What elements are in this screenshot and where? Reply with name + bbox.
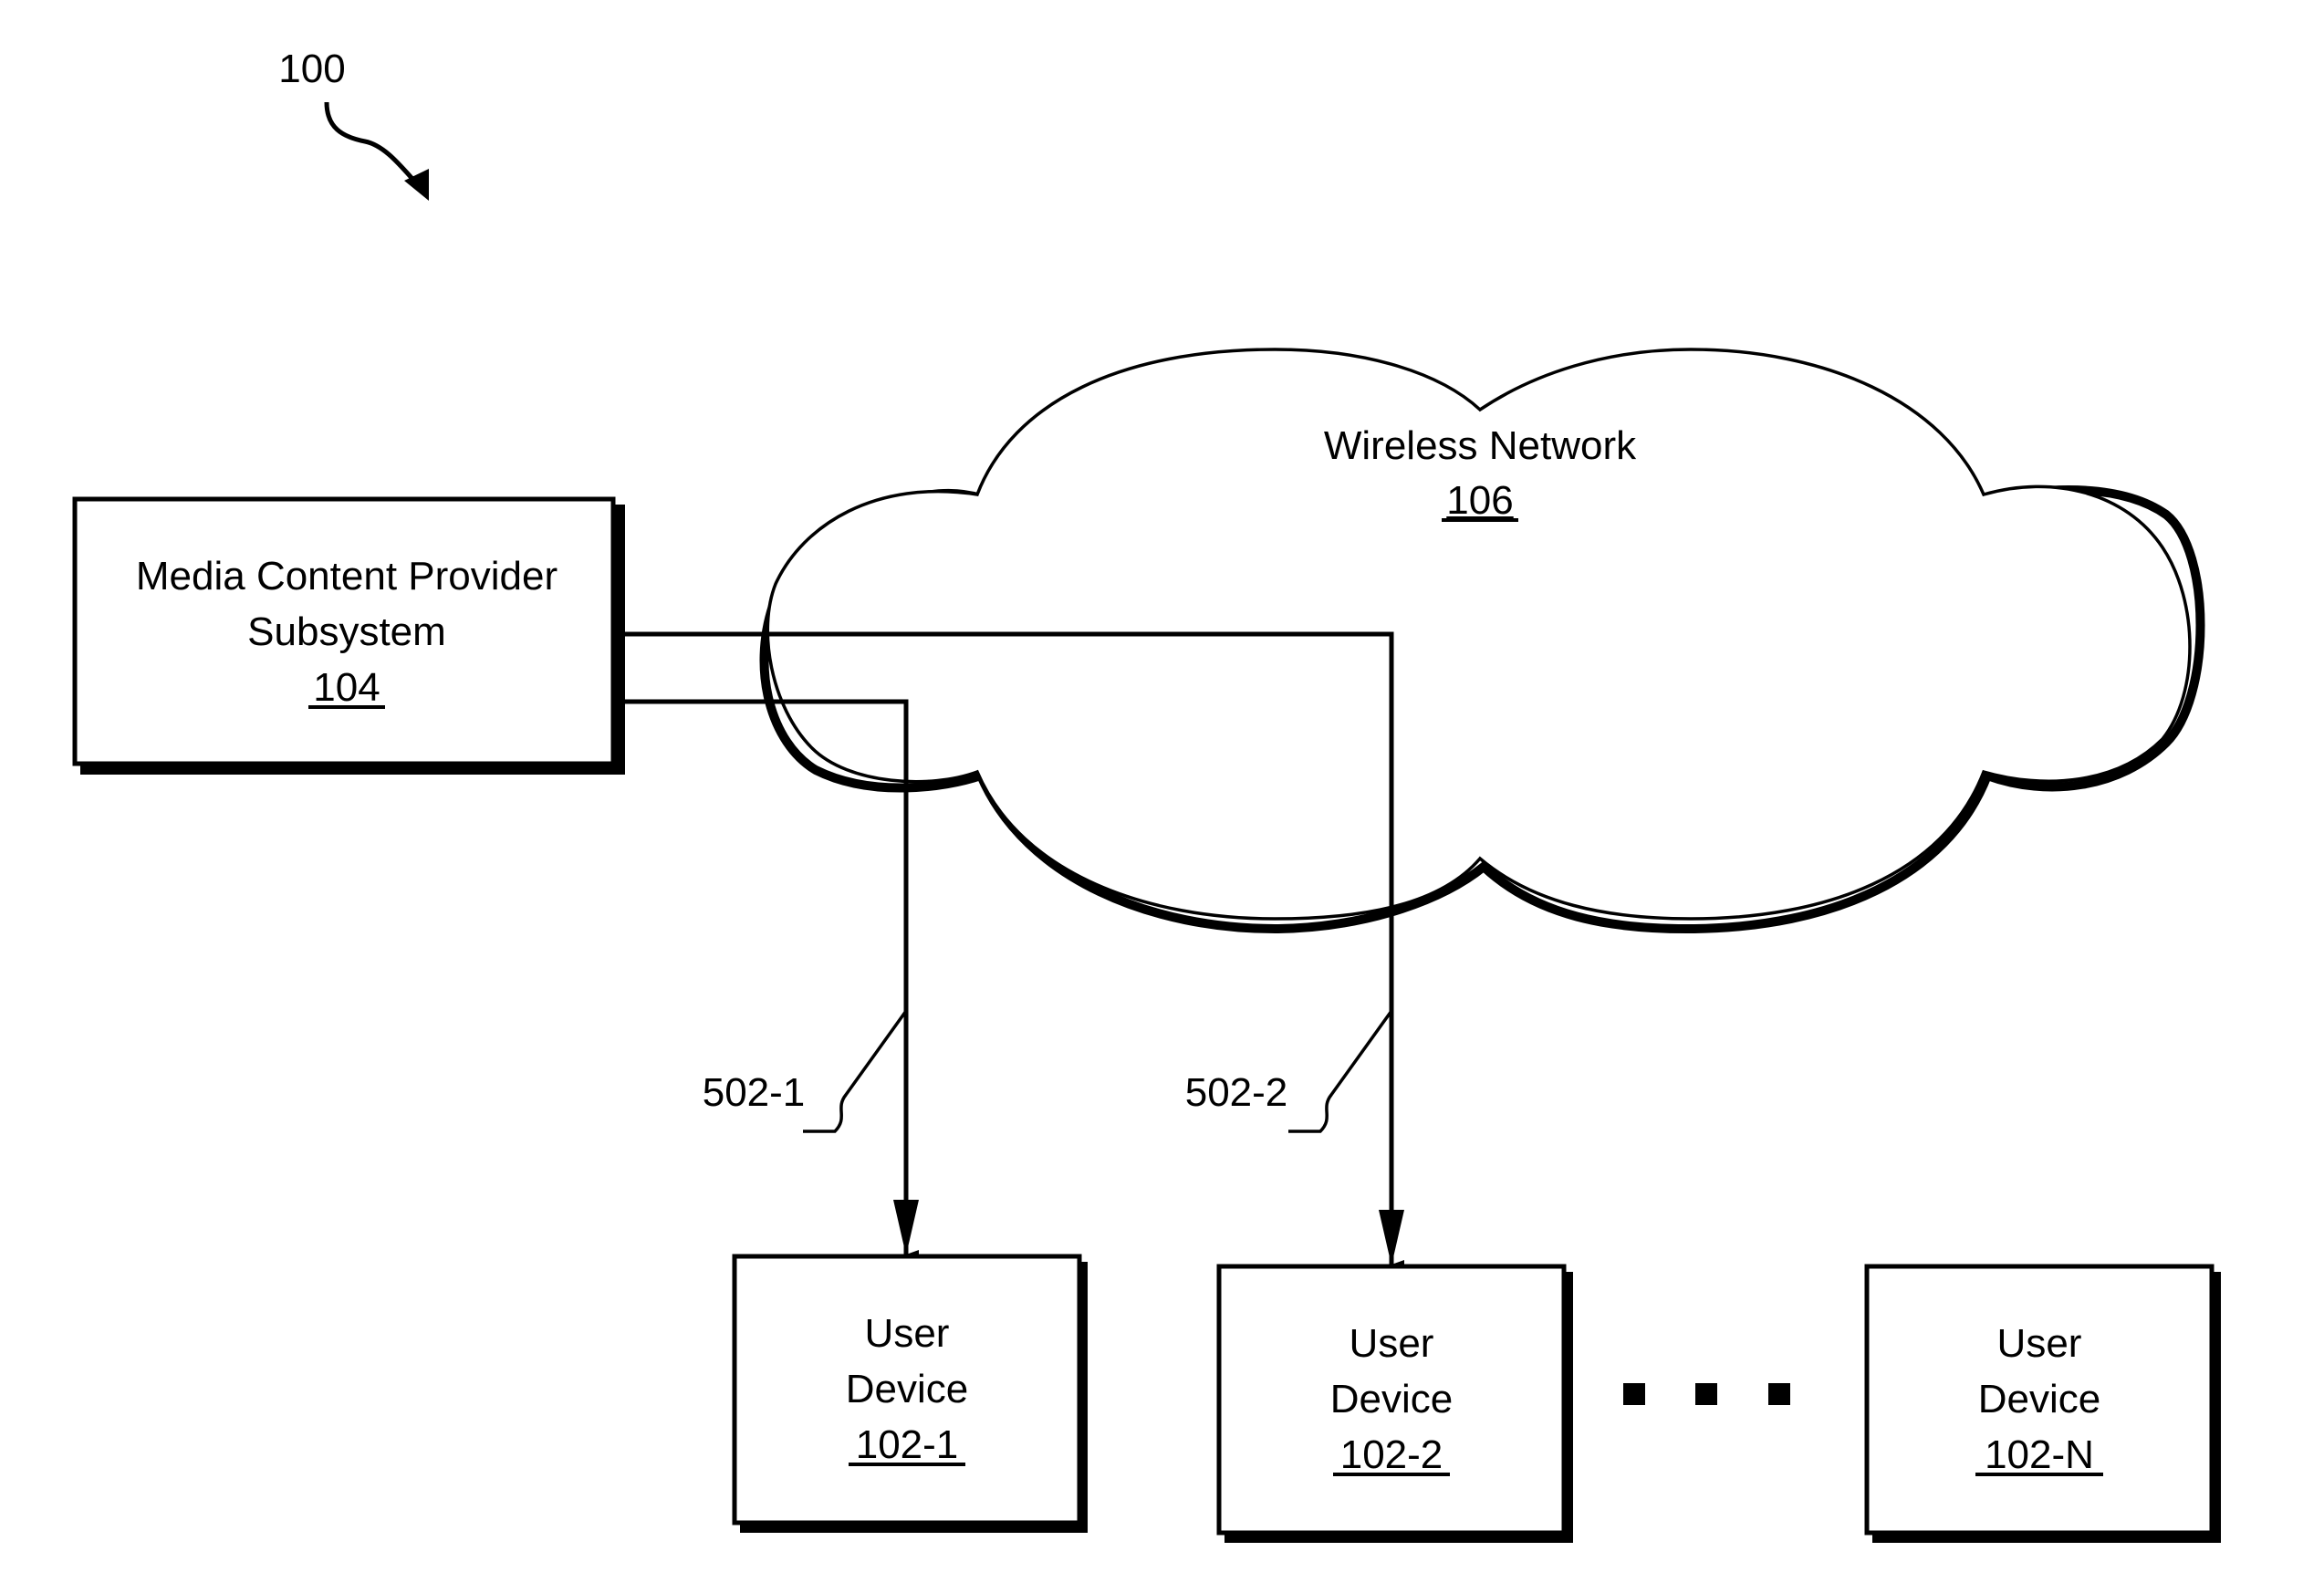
ellipsis-dot — [1768, 1383, 1790, 1405]
device-ref: 102-N — [1985, 1432, 2094, 1477]
ellipsis-dot — [1695, 1383, 1717, 1405]
device-label-line1: User — [865, 1311, 950, 1356]
network-title: Wireless Network — [1324, 423, 1637, 468]
device-ref: 102-1 — [856, 1422, 959, 1467]
user-device-box-102-1: User Device 102-1 — [732, 1254, 1088, 1533]
user-device-box-102-N: User Device 102-N — [1864, 1264, 2221, 1543]
network-ref: 106 — [1446, 478, 1513, 523]
figure-ref-label: 100 — [278, 47, 345, 91]
wireless-network-cloud: Wireless Network 106 — [759, 348, 2205, 934]
connection-ref-502-2: 502-2 — [1185, 1070, 1288, 1115]
device-label-line1: User — [1997, 1321, 2082, 1366]
device-label-line1: User — [1350, 1321, 1434, 1366]
device-label-line2: Device — [846, 1367, 969, 1411]
provider-label-line1: Media Content Provider — [136, 554, 558, 599]
device-label-line2: Device — [1978, 1377, 2101, 1421]
leader-502-2 — [1288, 1009, 1393, 1133]
device-label-line2: Device — [1330, 1377, 1454, 1421]
connection-arrowhead-1-icon — [893, 1200, 919, 1255]
provider-ref: 104 — [313, 665, 380, 710]
leader-502-1 — [803, 1009, 908, 1133]
system-diagram: 100 Wireless Network 106 Media Content P… — [72, 47, 2221, 1543]
provider-label-line2: Subsystem — [247, 609, 446, 654]
provider-subsystem-box: Media Content Provider Subsystem 104 — [72, 496, 625, 775]
device-ref: 102-2 — [1340, 1432, 1443, 1477]
ellipsis-dot — [1623, 1383, 1645, 1405]
ellipsis-dots — [1623, 1383, 1790, 1405]
user-device-box-102-2: User Device 102-2 — [1216, 1264, 1573, 1543]
connection-ref-502-1: 502-1 — [703, 1070, 806, 1115]
connection-arrowhead-2-icon — [1379, 1210, 1404, 1265]
